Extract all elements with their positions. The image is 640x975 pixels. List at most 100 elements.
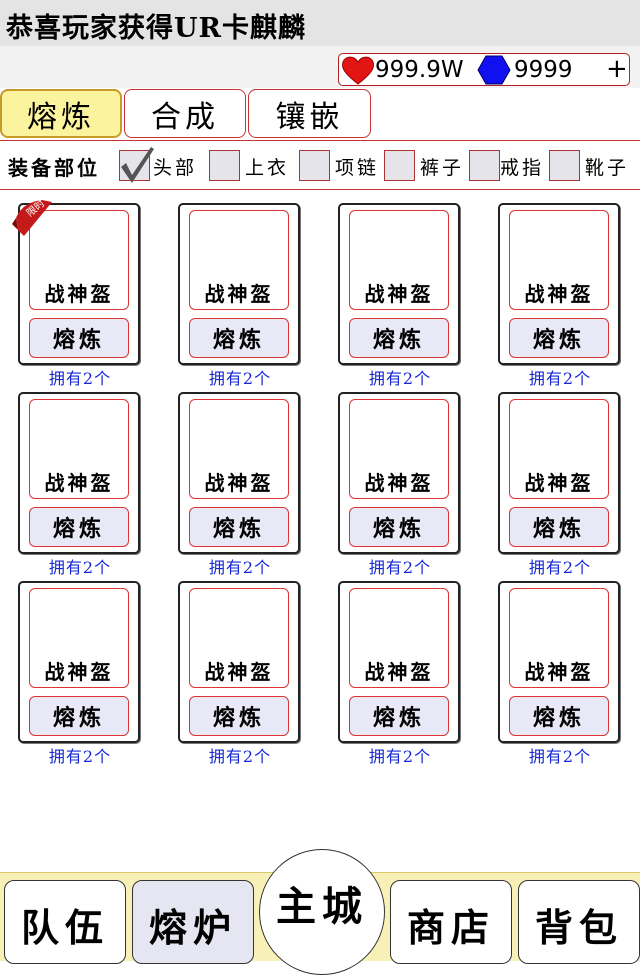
card-name: 战神盔 bbox=[204, 471, 274, 495]
tab-inlay[interactable]: 镶嵌 bbox=[248, 89, 371, 138]
smelt-button[interactable]: 熔炼 bbox=[509, 696, 609, 736]
card-name: 战神盔 bbox=[204, 660, 274, 684]
filter-label: 装备部位 bbox=[8, 156, 100, 180]
card-image-frame: 战神盔 bbox=[29, 588, 129, 688]
card-body: 战神盔 熔炼 bbox=[498, 203, 620, 365]
owned-count: 拥有2个 bbox=[528, 558, 592, 577]
add-currency-button[interactable]: + bbox=[606, 54, 628, 84]
nav-team-button[interactable]: 队伍 bbox=[4, 880, 126, 964]
equipment-card[interactable]: 战神盔 熔炼 拥有2个 bbox=[498, 389, 622, 577]
checkbox-pants[interactable] bbox=[384, 150, 415, 181]
equipment-card[interactable]: 战神盔 熔炼 限时 拥有2个 bbox=[12, 197, 142, 388]
card-image-frame: 战神盔 bbox=[189, 588, 289, 688]
function-tabs: 熔炼 合成 镶嵌 bbox=[0, 88, 640, 141]
owned-count: 拥有2个 bbox=[368, 369, 432, 388]
tab-synthesize-label: 合成 bbox=[151, 99, 219, 135]
card-name: 战神盔 bbox=[364, 282, 434, 306]
owned-count: 拥有2个 bbox=[208, 747, 272, 766]
smelt-button[interactable]: 熔炼 bbox=[349, 696, 449, 736]
card-body: 战神盔 熔炼 bbox=[338, 203, 460, 365]
owned-count: 拥有2个 bbox=[48, 369, 112, 388]
card-body: 战神盔 熔炼 bbox=[338, 392, 460, 554]
tab-inlay-label: 镶嵌 bbox=[275, 99, 344, 135]
owned-count: 拥有2个 bbox=[48, 558, 112, 577]
nav-main-city-button[interactable]: 主城 bbox=[259, 849, 385, 975]
smelt-button[interactable]: 熔炼 bbox=[29, 507, 129, 547]
limited-time-ribbon-icon: 限时 bbox=[12, 197, 52, 236]
equipment-card[interactable]: 战神盔 熔炼 拥有2个 bbox=[498, 578, 622, 766]
smelt-button[interactable]: 熔炼 bbox=[509, 507, 609, 547]
card-image-frame: 战神盔 bbox=[189, 210, 289, 310]
smelt-button[interactable]: 熔炼 bbox=[349, 318, 449, 358]
checkbox-head[interactable] bbox=[119, 147, 154, 183]
equipment-card[interactable]: 战神盔 熔炼 拥有2个 bbox=[178, 200, 302, 388]
smelt-button[interactable]: 熔炼 bbox=[189, 507, 289, 547]
card-name: 战神盔 bbox=[364, 471, 434, 495]
smelt-button[interactable]: 熔炼 bbox=[349, 507, 449, 547]
card-name: 战神盔 bbox=[44, 471, 114, 495]
card-body: 战神盔 熔炼 bbox=[178, 203, 300, 365]
gem-value: 9999 bbox=[514, 57, 573, 83]
card-image-frame: 战神盔 bbox=[509, 210, 609, 310]
card-name: 战神盔 bbox=[44, 660, 114, 684]
equipment-card[interactable]: 战神盔 熔炼 拥有2个 bbox=[178, 578, 302, 766]
smelt-button[interactable]: 熔炼 bbox=[509, 318, 609, 358]
nav-backpack-button[interactable]: 背包 bbox=[518, 880, 640, 964]
owned-count: 拥有2个 bbox=[368, 558, 432, 577]
card-name: 战神盔 bbox=[204, 282, 274, 306]
card-name: 战神盔 bbox=[524, 660, 594, 684]
tab-smelt-label: 熔炼 bbox=[27, 99, 95, 135]
card-name: 战神盔 bbox=[44, 282, 114, 306]
equipment-card[interactable]: 战神盔 熔炼 拥有2个 bbox=[338, 389, 462, 577]
card-body: 战神盔 熔炼 bbox=[178, 392, 300, 554]
equipment-card[interactable]: 战神盔 熔炼 拥有2个 bbox=[18, 389, 142, 577]
owned-count: 拥有2个 bbox=[208, 558, 272, 577]
equipment-card[interactable]: 战神盔 熔炼 拥有2个 bbox=[498, 200, 622, 388]
owned-count: 拥有2个 bbox=[208, 369, 272, 388]
equipment-card[interactable]: 战神盔 熔炼 拥有2个 bbox=[338, 578, 462, 766]
checkbox-top-label: 上衣 bbox=[245, 157, 290, 179]
card-name: 战神盔 bbox=[524, 282, 594, 306]
checkbox-ring-label: 戒指 bbox=[500, 157, 545, 179]
checkbox-boots-label: 靴子 bbox=[585, 157, 630, 179]
checkbox-necklace-label: 项链 bbox=[335, 157, 380, 179]
card-image-frame: 战神盔 bbox=[349, 399, 449, 499]
equipment-card[interactable]: 战神盔 熔炼 拥有2个 bbox=[338, 200, 462, 388]
owned-count: 拥有2个 bbox=[528, 747, 592, 766]
owned-count: 拥有2个 bbox=[48, 747, 112, 766]
equipment-card[interactable]: 战神盔 熔炼 拥有2个 bbox=[18, 578, 142, 766]
checkbox-pants-label: 裤子 bbox=[420, 157, 465, 179]
owned-count: 拥有2个 bbox=[528, 369, 592, 388]
smelt-button[interactable]: 熔炼 bbox=[189, 318, 289, 358]
nav-furnace-button[interactable]: 熔炉 bbox=[132, 880, 254, 964]
smelt-button[interactable]: 熔炼 bbox=[29, 696, 129, 736]
card-image-frame: 战神盔 bbox=[509, 399, 609, 499]
gem-hexagon-icon bbox=[477, 55, 511, 85]
card-name: 战神盔 bbox=[524, 471, 594, 495]
checkmark-icon bbox=[121, 147, 154, 183]
smelt-button[interactable]: 熔炼 bbox=[29, 318, 129, 358]
currency-bar: 999.9W 9999 + bbox=[0, 46, 640, 88]
checkbox-necklace[interactable] bbox=[299, 150, 330, 181]
card-image-frame: 战神盔 bbox=[509, 588, 609, 688]
equipment-card[interactable]: 战神盔 熔炼 拥有2个 bbox=[178, 389, 302, 577]
card-body: 战神盔 熔炼 bbox=[178, 581, 300, 743]
smelt-button[interactable]: 熔炼 bbox=[189, 696, 289, 736]
nav-shop-button[interactable]: 商店 bbox=[390, 880, 512, 964]
tab-smelt[interactable]: 熔炼 bbox=[0, 89, 122, 138]
checkbox-top[interactable] bbox=[209, 150, 240, 181]
heart-icon bbox=[342, 56, 374, 85]
card-body: 战神盔 熔炼 bbox=[338, 581, 460, 743]
card-name: 战神盔 bbox=[364, 660, 434, 684]
card-body: 战神盔 熔炼 bbox=[18, 392, 140, 554]
announcement-banner: 恭喜玩家获得UR卡麒麟 bbox=[0, 0, 640, 47]
card-body: 战神盔 熔炼 bbox=[498, 392, 620, 554]
card-image-frame: 战神盔 bbox=[349, 210, 449, 310]
card-image-frame: 战神盔 bbox=[349, 588, 449, 688]
checkbox-boots[interactable] bbox=[549, 150, 580, 181]
card-image-frame: 战神盔 bbox=[29, 399, 129, 499]
tab-synthesize[interactable]: 合成 bbox=[124, 89, 246, 138]
checkbox-ring[interactable] bbox=[469, 150, 500, 181]
currency-box: 999.9W 9999 + bbox=[338, 53, 630, 86]
owned-count: 拥有2个 bbox=[368, 747, 432, 766]
